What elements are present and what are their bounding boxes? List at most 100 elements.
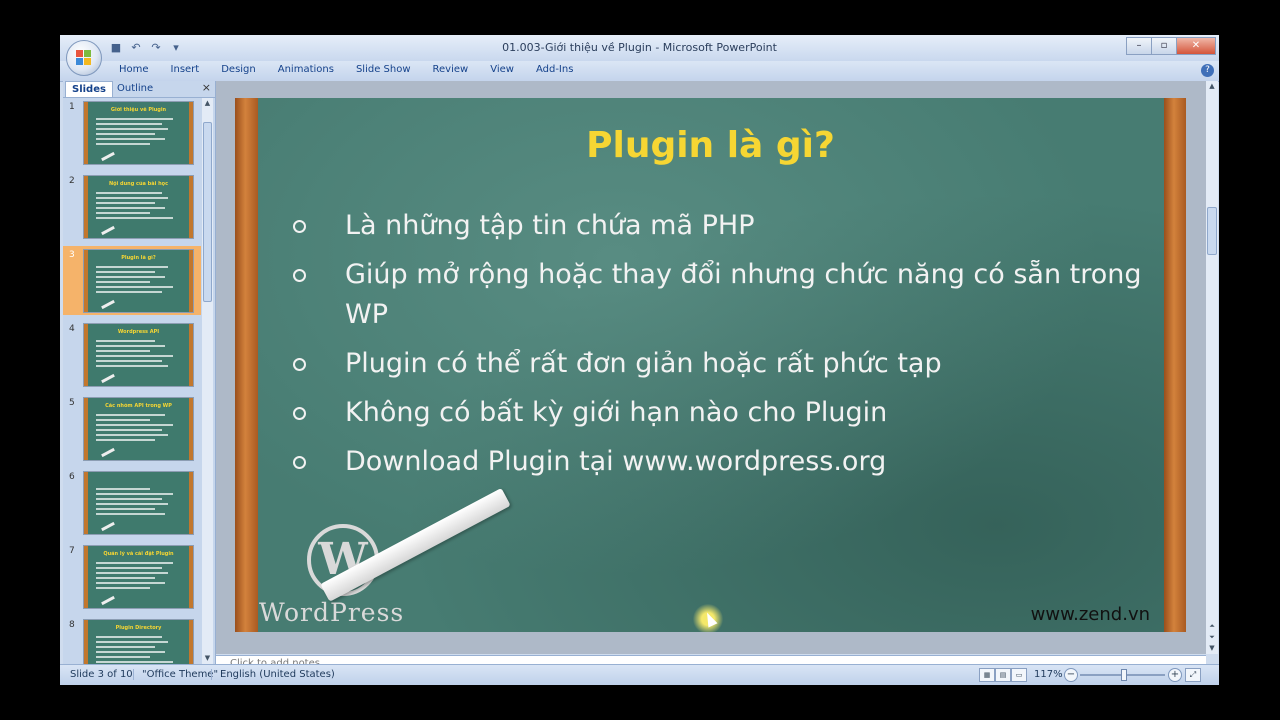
bullet-item: Plugin có thể rất đơn giản hoặc rất phức… (293, 344, 1153, 384)
zoom-slider-thumb[interactable] (1121, 669, 1128, 681)
slide-thumbnail[interactable]: 8 Plugin Directory (63, 616, 201, 664)
tab-view[interactable]: View (479, 64, 525, 75)
wood-frame-right (1164, 98, 1186, 632)
thumbnail-preview: Quản lý và cài đặt Plugin (83, 545, 194, 609)
slide-thumbnail[interactable]: 5 Các nhóm API trong WP (63, 394, 201, 463)
thumbnail-text-lines (96, 266, 180, 296)
zoom-in-icon[interactable]: + (1168, 668, 1182, 682)
zoom-level[interactable]: 117% (1034, 669, 1063, 680)
thumbnail-text-lines (96, 414, 180, 444)
tab-slide-show[interactable]: Slide Show (345, 64, 422, 75)
thumbnail-text-lines (96, 192, 180, 222)
thumbnail-number: 6 (69, 472, 75, 482)
theme-name: "Office Theme" (133, 669, 218, 680)
tab-animations[interactable]: Animations (267, 64, 345, 75)
thumbnail-text-lines (96, 340, 180, 370)
thumbnail-number: 8 (69, 620, 75, 630)
scroll-up-icon[interactable]: ▲ (202, 98, 213, 109)
office-button[interactable] (66, 40, 102, 76)
bullet-text: Download Plugin tại www.wordpress.org (345, 446, 887, 477)
save-icon[interactable]: ■ (108, 40, 124, 56)
close-button[interactable]: ✕ (1176, 37, 1216, 55)
thumbnail-preview (83, 471, 194, 535)
fit-to-window-icon[interactable]: ⤢ (1185, 668, 1201, 682)
thumbnail-number: 4 (69, 324, 75, 334)
language-indicator[interactable]: English (United States) (211, 669, 335, 680)
scroll-down-icon[interactable]: ▼ (1206, 643, 1218, 654)
tab-add-ins[interactable]: Add-Ins (525, 64, 584, 75)
thumbnail-preview: Wordpress API (83, 323, 194, 387)
tab-design[interactable]: Design (210, 64, 267, 75)
ribbon-tabs: Home Insert Design Animations Slide Show… (108, 64, 584, 75)
pane-tabs: Slides Outline × (63, 81, 215, 98)
thumbnail-scrollbar[interactable]: ▲ ▼ (202, 98, 213, 664)
bullet-text: Giúp mở rộng hoặc thay đổi nhưng chức nă… (345, 259, 1142, 330)
thumbnail-preview: Giới thiệu về Plugin (83, 101, 194, 165)
bullet-item: Là những tập tin chứa mã PHP (293, 206, 1153, 246)
undo-icon[interactable]: ↶ (128, 40, 144, 56)
slide-thumbnail[interactable]: 2 Nội dung của bài học (63, 172, 201, 241)
thumbnail-scroll-thumb[interactable] (203, 122, 212, 302)
customize-qat-icon[interactable]: ▾ (168, 40, 184, 56)
quick-access-toolbar: ■ ↶ ↷ ▾ (108, 40, 184, 56)
tab-slides[interactable]: Slides (65, 81, 113, 97)
status-bar: Slide 3 of 10 "Office Theme" English (Un… (60, 664, 1219, 685)
circle-bullet-icon (293, 456, 306, 469)
slide-title[interactable]: Plugin là gì? (235, 125, 1186, 166)
thumbnail-chalk-icon (101, 447, 115, 458)
next-slide-icon[interactable]: ⏷ (1206, 632, 1218, 643)
thumbnail-title: Wordpress API (117, 329, 160, 335)
site-url: www.zend.vn (1030, 604, 1150, 625)
office-logo-icon (76, 50, 92, 66)
tab-outline[interactable]: Outline (111, 81, 159, 96)
tab-review[interactable]: Review (422, 64, 480, 75)
minimize-button[interactable]: – (1126, 37, 1152, 55)
thumbnail-text-lines (96, 488, 180, 518)
redo-icon[interactable]: ↷ (148, 40, 164, 56)
thumbnail-chalk-icon (101, 299, 115, 310)
slide-thumbnail[interactable]: 6 (63, 468, 201, 537)
thumbnail-preview: Các nhóm API trong WP (83, 397, 194, 461)
bullet-text: Plugin có thể rất đơn giản hoặc rất phức… (345, 348, 942, 379)
slide-bullet-list[interactable]: Là những tập tin chứa mã PHP Giúp mở rộn… (293, 206, 1153, 491)
title-bar[interactable]: 01.003-Giới thiệu về Plugin - Microsoft … (60, 35, 1219, 61)
thumbnail-title: Quản lý và cài đặt Plugin (103, 551, 174, 557)
thumbnail-text-lines (96, 562, 180, 592)
slide-thumbnail[interactable]: 3 Plugin là gì? (63, 246, 201, 315)
slide-thumbnail[interactable]: 1 Giới thiệu về Plugin (63, 98, 201, 167)
circle-bullet-icon (293, 220, 306, 233)
slide-thumbnail[interactable]: 7 Quản lý và cài đặt Plugin (63, 542, 201, 611)
circle-bullet-icon (293, 358, 306, 371)
previous-slide-icon[interactable]: ⏶ (1206, 621, 1218, 632)
ribbon-tabs-bar: Home Insert Design Animations Slide Show… (60, 61, 1219, 82)
scroll-down-icon[interactable]: ▼ (202, 653, 213, 664)
slide-show-view-icon[interactable]: ▭ (1011, 668, 1027, 682)
thumbnail-title: Plugin Directory (115, 625, 162, 631)
thumbnail-chalk-icon (101, 151, 115, 162)
help-icon[interactable]: ? (1201, 64, 1214, 77)
slide-sorter-view-icon[interactable]: ▤ (995, 668, 1011, 682)
bullet-item: Không có bất kỳ giới hạn nào cho Plugin (293, 393, 1153, 433)
editor-scrollbar[interactable]: ▲ ⏶ ⏷ ▼ (1206, 81, 1218, 654)
zoom-out-icon[interactable]: − (1064, 668, 1078, 682)
slide-counter: Slide 3 of 10 (70, 669, 133, 680)
close-pane-icon[interactable]: × (202, 81, 211, 94)
thumbnail-number: 5 (69, 398, 75, 408)
thumbnail-chalk-icon (101, 595, 115, 606)
thumbnail-preview: Plugin Directory (83, 619, 194, 664)
slide-thumbnail[interactable]: 4 Wordpress API (63, 320, 201, 389)
thumbnail-preview: Plugin là gì? (83, 249, 194, 313)
restore-button[interactable]: ▫ (1151, 37, 1177, 55)
editor-scroll-thumb[interactable] (1207, 207, 1217, 255)
thumbnail-title: Giới thiệu về Plugin (110, 107, 167, 113)
current-slide[interactable]: Plugin là gì? Là những tập tin chứa mã P… (235, 98, 1186, 632)
thumbnail-chalk-icon (101, 225, 115, 236)
zoom-slider[interactable] (1080, 669, 1165, 681)
scroll-up-icon[interactable]: ▲ (1206, 81, 1218, 92)
bullet-text: Là những tập tin chứa mã PHP (345, 210, 755, 241)
tab-home[interactable]: Home (108, 64, 160, 75)
tab-insert[interactable]: Insert (160, 64, 211, 75)
wordpress-wordmark: WordPress (259, 598, 405, 627)
normal-view-icon[interactable]: ▦ (979, 668, 995, 682)
slide-editor: Plugin là gì? Là những tập tin chứa mã P… (216, 81, 1206, 654)
